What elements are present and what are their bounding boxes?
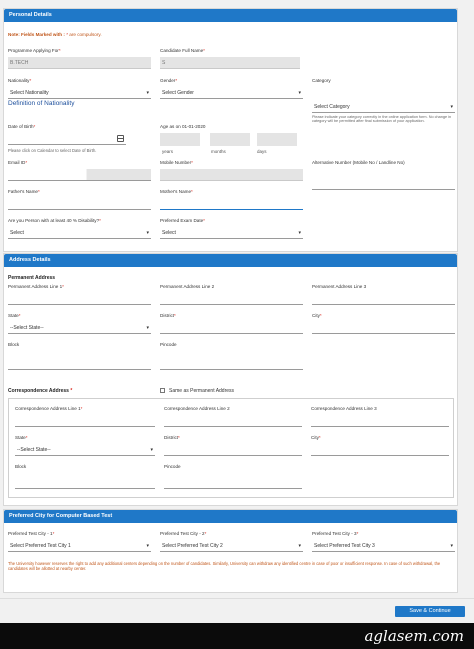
pincode-label: Pincode: [160, 342, 177, 347]
correspondence-box: Correspondence Address Line 1* Correspon…: [8, 398, 454, 498]
corr-state-select[interactable]: --Select State--: [15, 444, 155, 456]
category-select[interactable]: Select Category: [312, 101, 455, 113]
brand-strip: aglasem.com: [0, 623, 474, 649]
city-panel: Preferred City for Computer Based Test P…: [3, 509, 458, 593]
exam-date-label: Preferred Exam Date*: [160, 218, 205, 223]
age-days-label: days: [257, 149, 267, 154]
dob-label: Date of Birth*: [8, 124, 36, 129]
perm-line3-label: Permanent Address Line 3: [312, 284, 367, 289]
pincode-field[interactable]: [160, 358, 303, 370]
compulsory-note: Note: Fields Marked with : * are compuls…: [8, 32, 102, 37]
block-label: Block: [8, 342, 20, 347]
perm-line1-field[interactable]: [8, 293, 151, 305]
permanent-address-title: Permanent Address: [8, 275, 56, 281]
email-field[interactable]: [8, 169, 151, 181]
age-label: Age as on 01-01-2020: [160, 124, 206, 129]
test-city-3-select[interactable]: Select Preferred Test City 3: [312, 540, 455, 552]
brand-logo: aglasem.com: [364, 627, 464, 645]
mobile-field[interactable]: [160, 169, 303, 181]
corr-block-field[interactable]: [15, 477, 155, 489]
gender-label: Gender*: [160, 78, 178, 83]
corr-pincode-label: Pincode: [164, 464, 181, 469]
test-city-3-label: Preferred Test City - 3*: [312, 531, 359, 536]
city-note: The University however reserves the righ…: [8, 561, 441, 571]
city-field[interactable]: [312, 322, 455, 334]
corr-state-label: State*: [15, 435, 28, 440]
district-field[interactable]: [160, 322, 303, 334]
alt-mobile-label: Alternative Number (Mobile No / Landline…: [312, 160, 405, 165]
corr-city-label: City*: [311, 435, 321, 440]
nationality-select[interactable]: Select Nationality: [8, 87, 151, 99]
corr-line3-field[interactable]: [311, 415, 449, 427]
corr-block-label: Block: [15, 464, 27, 469]
father-label: Father's Name*: [8, 189, 40, 194]
programme-label: Programme Applying For*: [8, 48, 61, 53]
nationality-definition-link[interactable]: Definition of Nationality: [8, 100, 74, 107]
age-days-field: [257, 133, 297, 146]
category-note: Please indicate your category correctly …: [312, 115, 452, 124]
email-label: Email ID*: [8, 160, 28, 165]
corr-pincode-field[interactable]: [164, 477, 302, 489]
mobile-label: Mobile Number*: [160, 160, 193, 165]
disability-label: Are you Person with at least 40 % Disabi…: [8, 218, 101, 223]
address-panel: Address Details Permanent Address Perman…: [3, 253, 458, 506]
city-label: City*: [312, 313, 322, 318]
test-city-2-select[interactable]: Select Preferred Test City 2: [160, 540, 303, 552]
address-header: Address Details: [4, 254, 457, 267]
corr-line2-field[interactable]: [164, 415, 302, 427]
alt-mobile-field[interactable]: [312, 178, 455, 190]
corr-city-field[interactable]: [311, 444, 449, 456]
corr-district-label: District*: [164, 435, 180, 440]
same-as-permanent-checkbox[interactable]: [160, 388, 165, 393]
perm-line3-field[interactable]: [312, 293, 455, 305]
test-city-2-label: Preferred Test City - 2*: [160, 531, 207, 536]
city-header: Preferred City for Computer Based Test: [4, 510, 457, 523]
corr-line1-label: Correspondence Address Line 1*: [15, 406, 83, 411]
exam-date-select[interactable]: Select: [160, 227, 303, 239]
corr-line3-label: Correspondence Address Line 3: [311, 406, 377, 411]
perm-line2-label: Permanent Address Line 2: [160, 284, 215, 289]
perm-line1-label: Permanent Address Line 1*: [8, 284, 64, 289]
test-city-1-select[interactable]: Select Preferred Test City 1: [8, 540, 151, 552]
dob-note: Please click on Calendar to select Date …: [8, 148, 97, 153]
mother-field[interactable]: [160, 198, 303, 210]
dob-field[interactable]: [8, 133, 126, 145]
father-field[interactable]: [8, 198, 151, 210]
fullname-field[interactable]: S: [160, 57, 300, 69]
corr-line1-field[interactable]: [15, 415, 155, 427]
personal-panel: Personal Details Note: Fields Marked wit…: [3, 8, 458, 252]
district-label: District*: [160, 313, 176, 318]
category-label: Category: [312, 78, 331, 83]
mother-label: Mother's Name*: [160, 189, 193, 194]
correspondence-address-title: Correspondence Address *: [8, 388, 73, 394]
programme-field[interactable]: B.TECH: [8, 57, 151, 69]
disability-select[interactable]: Select: [8, 227, 151, 239]
age-months-label: months: [211, 149, 226, 154]
age-years-label: years: [162, 149, 174, 154]
corr-district-field[interactable]: [164, 444, 302, 456]
nationality-label: Nationality*: [8, 78, 32, 83]
age-years-field: [160, 133, 200, 146]
save-continue-button[interactable]: Save & Continue: [395, 606, 465, 617]
age-months-field: [210, 133, 250, 146]
personal-header: Personal Details: [4, 9, 457, 22]
test-city-1-label: Preferred Test City - 1*: [8, 531, 55, 536]
calendar-icon[interactable]: [117, 135, 124, 142]
gender-select[interactable]: Select Gender: [160, 87, 303, 99]
same-as-permanent-label: Same as Permanent Address: [169, 388, 235, 394]
corr-line2-label: Correspondence Address Line 2: [164, 406, 230, 411]
state-select[interactable]: --Select State--: [8, 322, 151, 334]
state-label: State*: [8, 313, 21, 318]
fullname-label: Candidate Full Name*: [160, 48, 205, 53]
perm-line2-field[interactable]: [160, 293, 303, 305]
block-field[interactable]: [8, 358, 151, 370]
